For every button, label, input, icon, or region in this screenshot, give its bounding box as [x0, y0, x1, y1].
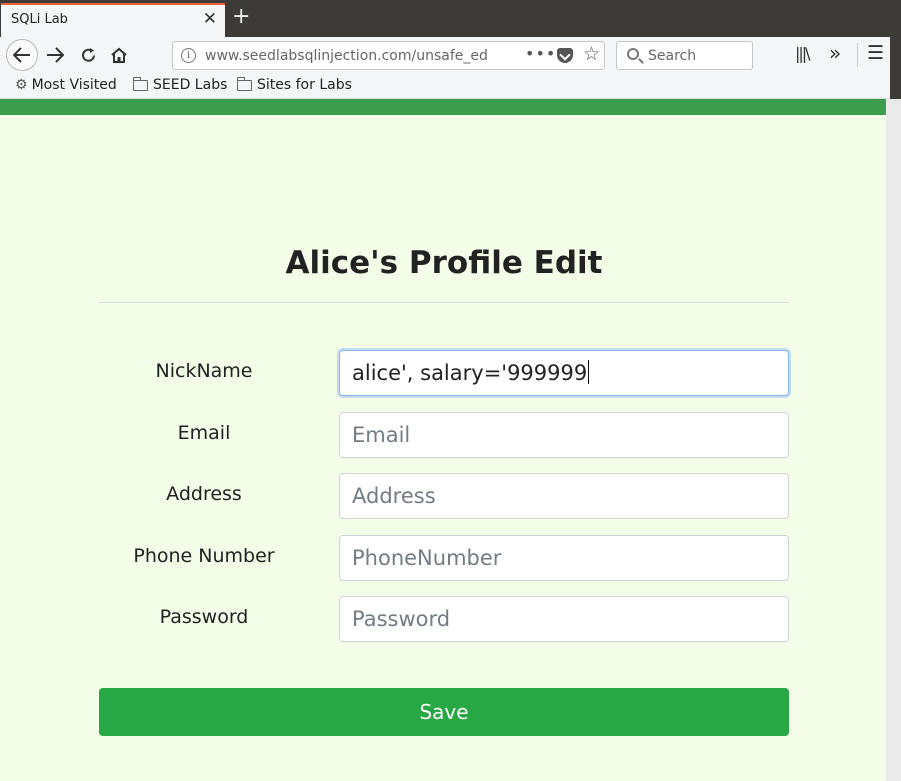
home-icon[interactable] [105, 41, 133, 69]
nickname-value: alice', salary='999999 [352, 361, 588, 385]
toolbar-divider [857, 43, 858, 67]
bookmarks-toolbar: ⚙ Most Visited SEED Labs Sites for Labs [0, 73, 890, 99]
window-edge-right [886, 99, 901, 781]
nickname-input[interactable]: alice', salary='999999 [339, 350, 789, 396]
tab-strip: SQLi Lab ✕ + [0, 0, 901, 37]
forward-arrow-icon[interactable] [41, 41, 69, 69]
page-content: Alice's Profile Edit NickName alice', sa… [0, 99, 886, 781]
library-icon[interactable]: |||\ [795, 44, 811, 63]
tab-sqli-lab[interactable]: SQLi Lab ✕ [1, 3, 225, 37]
back-arrow-icon[interactable] [6, 39, 38, 71]
bookmark-star-icon[interactable]: ☆ [583, 43, 600, 65]
address-input[interactable]: Address [339, 473, 789, 519]
bookmark-label: Most Visited [31, 77, 117, 93]
url-text[interactable]: www.seedlabsqlinjection.com/unsafe_ed [205, 48, 495, 64]
bookmark-sites-for-labs[interactable]: Sites for Labs [237, 76, 352, 93]
search-placeholder: Search [648, 48, 697, 64]
overflow-chevron-icon[interactable]: » [829, 41, 841, 65]
heading-divider [99, 302, 789, 303]
search-bar[interactable]: Search [616, 41, 753, 70]
tab-title: SQLi Lab [11, 12, 68, 27]
new-tab-icon[interactable]: + [232, 4, 250, 30]
search-icon [627, 48, 639, 60]
page-actions-icon[interactable]: ••• [525, 44, 556, 63]
info-icon[interactable]: i [181, 48, 196, 63]
email-label: Email [177, 422, 231, 444]
pocket-icon[interactable] [557, 48, 573, 63]
phone-number-label: Phone Number [133, 545, 275, 567]
save-button[interactable]: Save [99, 688, 789, 736]
hamburger-menu-icon[interactable]: ☰ [867, 42, 884, 64]
phone-number-input[interactable]: PhoneNumber [339, 535, 789, 581]
bookmark-label: SEED Labs [153, 77, 228, 93]
folder-icon [133, 76, 148, 91]
close-tab-icon[interactable]: ✕ [203, 9, 217, 29]
url-bar[interactable]: i www.seedlabsqlinjection.com/unsafe_ed … [172, 41, 605, 70]
password-input[interactable]: Password [339, 596, 789, 642]
page-title: Alice's Profile Edit [285, 245, 603, 281]
password-label: Password [159, 606, 249, 628]
email-input[interactable]: Email [339, 412, 789, 458]
bookmark-label: Sites for Labs [257, 77, 352, 93]
bookmark-seed-labs[interactable]: SEED Labs [133, 76, 228, 93]
bookmark-most-visited[interactable]: ⚙ Most Visited [15, 77, 117, 93]
gear-icon: ⚙ [15, 77, 28, 93]
text-caret [588, 360, 590, 384]
top-green-bar [0, 99, 886, 115]
folder-icon [237, 76, 252, 91]
nickname-label: NickName [155, 360, 253, 382]
navigation-bar: i www.seedlabsqlinjection.com/unsafe_ed … [0, 37, 890, 73]
reload-icon[interactable] [74, 41, 102, 69]
address-label: Address [166, 483, 242, 505]
